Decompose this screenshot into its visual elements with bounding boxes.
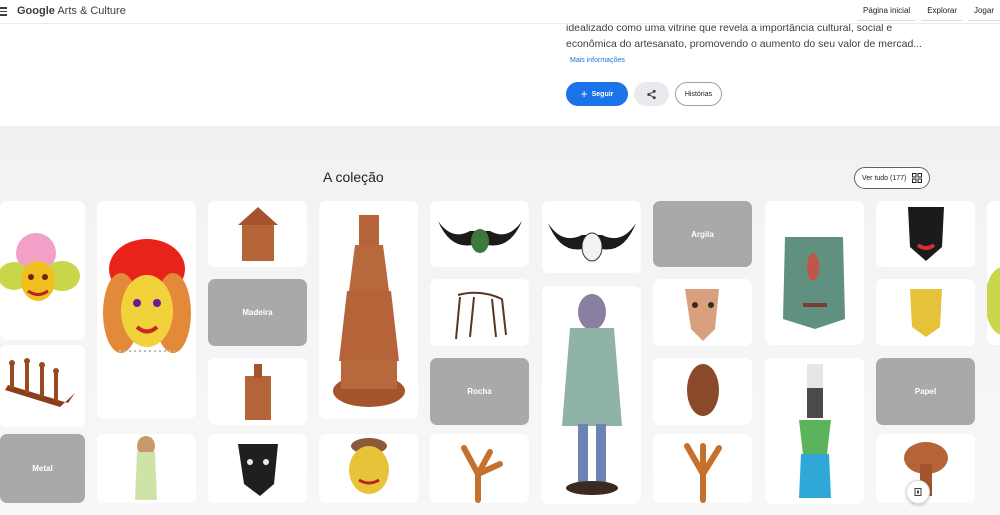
artwork-card[interactable] (542, 201, 641, 273)
category-argila-card[interactable]: Argila (653, 201, 752, 267)
black-mask-image (238, 444, 278, 496)
painted-totem-image (799, 364, 831, 498)
clown-mask-image (987, 267, 1000, 335)
collection-title: A coleção (323, 169, 384, 185)
artwork-card[interactable] (208, 201, 307, 267)
clown-mask-image (0, 233, 80, 301)
artwork-card[interactable] (987, 201, 1000, 345)
teal-mask-image (783, 237, 845, 329)
more-info-link[interactable]: Mais informações (570, 57, 625, 64)
artwork-card[interactable] (319, 201, 418, 419)
pause-icon (914, 488, 922, 496)
artwork-card[interactable] (430, 434, 529, 503)
pause-animation-button[interactable] (906, 480, 930, 504)
artwork-card[interactable] (653, 434, 752, 503)
artwork-card[interactable] (430, 279, 529, 346)
artwork-card[interactable] (542, 286, 641, 504)
red-hair-mask-image (103, 239, 191, 353)
devil-mask-image (908, 207, 944, 261)
plus-icon: + (580, 87, 588, 101)
grid-icon (912, 173, 923, 183)
artwork-card[interactable] (653, 358, 752, 425)
painted-figure-statue-image (562, 294, 622, 495)
google-arts-culture-logo[interactable]: Google Arts & Culture (17, 5, 126, 17)
top-app-bar: Google Arts & Culture Página inicial Exp… (0, 0, 1000, 24)
description-line: econômica do artesanato, promovendo o au… (566, 38, 923, 50)
metal-animal-image (455, 291, 507, 340)
artwork-card[interactable] (765, 201, 864, 345)
carved-head-image (687, 364, 719, 416)
artwork-card[interactable] (0, 201, 85, 340)
clay-hand-branch-image (684, 443, 722, 503)
category-label: Papel (914, 387, 937, 396)
view-all-label: Ver tudo (177) (862, 174, 907, 182)
horned-skull-image (438, 221, 522, 253)
main-nav: Página inicial Explorar Jogar (857, 0, 1000, 24)
clay-hand-branch-image (461, 445, 503, 503)
artwork-card[interactable] (430, 201, 529, 267)
stories-button[interactable]: Histórias (675, 82, 722, 106)
nav-home[interactable]: Página inicial (857, 0, 917, 21)
wooden-boat-figures-image (5, 358, 75, 407)
collection-description: idealizado como uma vitrine que revela a… (566, 20, 926, 52)
view-all-button[interactable]: Ver tudo (177) (854, 167, 930, 189)
category-label: Rocha (467, 387, 492, 396)
artwork-card[interactable] (319, 434, 418, 503)
carved-figure-image (135, 436, 157, 500)
horned-skull-white-image (548, 223, 636, 262)
artwork-card[interactable] (876, 279, 975, 346)
category-metal-card[interactable]: Metal (0, 434, 85, 503)
artwork-card[interactable] (208, 434, 307, 503)
artwork-card[interactable] (208, 358, 307, 425)
category-label: Metal (32, 464, 53, 473)
follow-label: Seguir (591, 90, 614, 98)
clay-chapel-image (245, 364, 271, 420)
category-label: Madeira (242, 308, 273, 317)
artwork-card[interactable] (653, 279, 752, 346)
yellow-face-mask-image (910, 289, 942, 337)
nav-play[interactable]: Jogar (967, 0, 1000, 21)
follow-button[interactable]: + Seguir (566, 82, 628, 106)
clay-tower-sculpture-image (333, 215, 405, 407)
category-label: Argila (691, 229, 714, 239)
horse-mask-image (685, 289, 719, 341)
menu-icon[interactable] (0, 7, 7, 16)
clay-house-image (238, 207, 278, 261)
nav-explore[interactable]: Explorar (921, 0, 963, 21)
share-icon (647, 89, 656, 99)
artwork-card[interactable] (0, 345, 85, 427)
yellow-mask-image (349, 438, 389, 494)
category-rocha-card[interactable]: Rocha (430, 358, 529, 425)
category-papel-card[interactable]: Papel (876, 358, 975, 425)
artwork-card[interactable] (765, 358, 864, 504)
artwork-card[interactable] (97, 434, 196, 503)
artwork-card[interactable] (97, 201, 196, 419)
category-madeira-card[interactable]: Madeira (208, 279, 307, 346)
share-button[interactable] (634, 82, 669, 106)
artwork-card[interactable] (876, 201, 975, 267)
